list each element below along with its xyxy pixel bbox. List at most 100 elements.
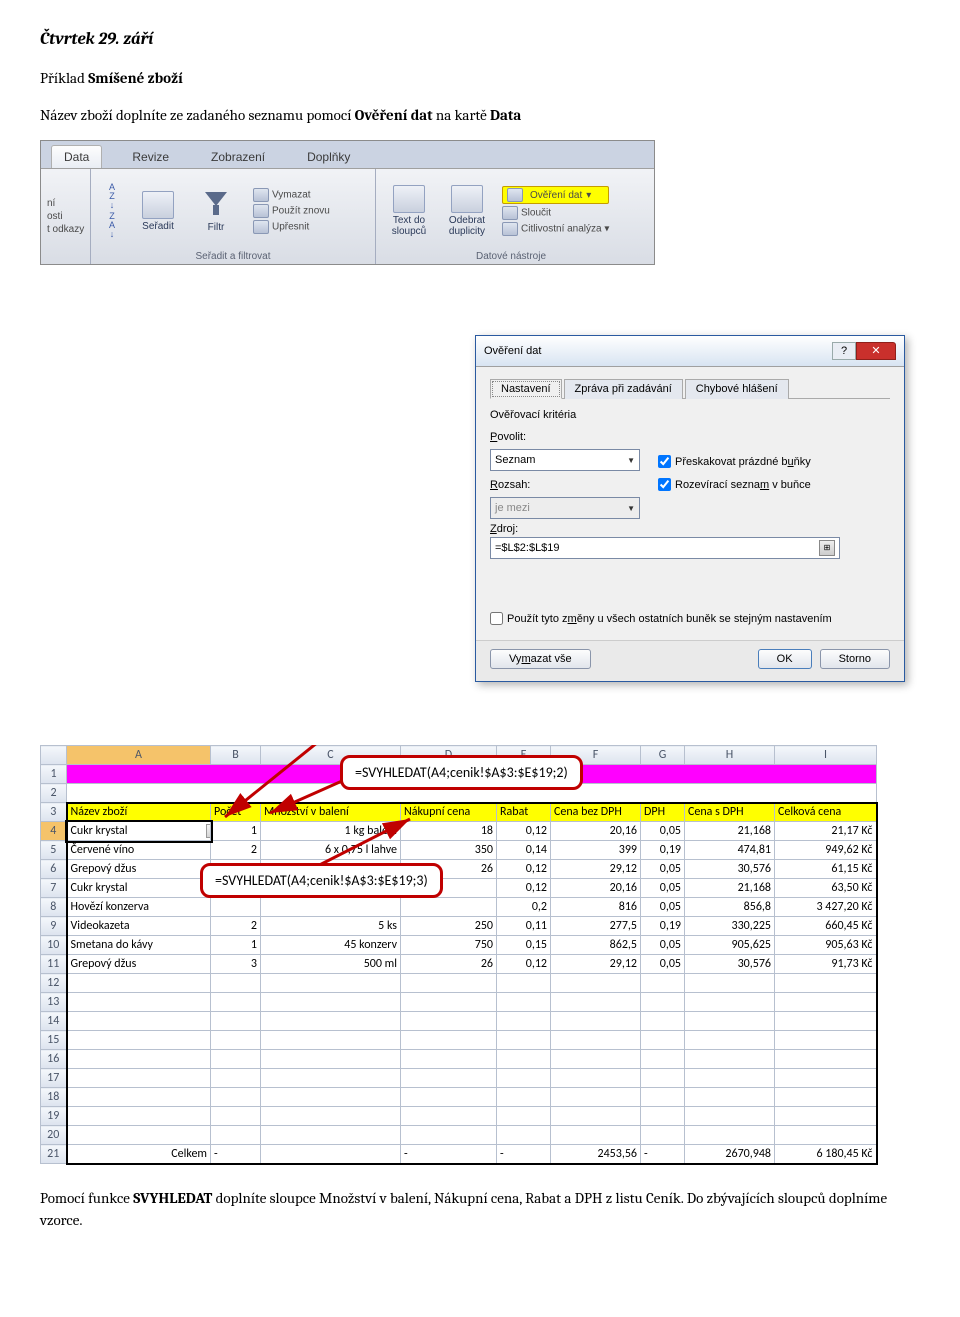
sort-az-button[interactable]: AZ↓ [101, 183, 123, 210]
table-row: 4 Cukr krystal▼ 1 1 kg balení 18 0,12 20… [41, 822, 877, 841]
priklad-prefix: Příklad [40, 69, 88, 87]
col-A[interactable]: A [67, 746, 211, 765]
hdr-nazev[interactable]: Název zboží [67, 803, 211, 822]
hdr-pocet[interactable]: Počet [211, 803, 261, 822]
left-stub: ní osti t odkazy [47, 198, 84, 235]
intro-line: Název zboží doplníte ze zadaného seznamu… [40, 104, 920, 127]
tab-nastaveni[interactable]: Nastavení [490, 379, 562, 399]
col-B[interactable]: B [211, 746, 261, 765]
date-header: Čtvrtek 29. září [40, 30, 920, 49]
povolit-label: Povolit: [490, 431, 640, 443]
col-H[interactable]: H [685, 746, 775, 765]
hdr-celkova[interactable]: Celková cena [775, 803, 877, 822]
intro-bold: Ověření dat [355, 106, 433, 124]
ribbon-tabs: Data Revize Zobrazení Doplňky [41, 141, 654, 169]
criteria-label: Ověřovací kritéria [490, 409, 890, 421]
hdr-rabat[interactable]: Rabat [497, 803, 551, 822]
tab-data[interactable]: Data [51, 145, 102, 168]
consolidate-icon [502, 206, 518, 220]
ok-button[interactable]: OK [758, 649, 812, 669]
cell-dropdown-icon[interactable]: ▼ [206, 824, 211, 838]
clear-icon [253, 188, 269, 202]
excel-ribbon: Data Revize Zobrazení Doplňky ní osti t … [40, 140, 655, 265]
chk-apply-all[interactable] [490, 612, 503, 625]
filter-advanced[interactable]: Upřesnit [253, 220, 330, 234]
sort-icon [142, 191, 174, 219]
rozsah-label: Rozsah: [490, 479, 640, 491]
filter-reapply[interactable]: Použít znovu [253, 204, 330, 218]
table-row: 6 Grepový džus 2 500 26 0,12 29,12 0,05 … [41, 860, 877, 879]
clear-all-button[interactable]: Vymazat vše [490, 649, 591, 669]
hdr-nakupni[interactable]: Nákupní cena [401, 803, 497, 822]
intro-bold2: Data [490, 106, 521, 124]
zdroj-label: Zdroj: [490, 523, 890, 535]
filter-button[interactable]: Filtr [189, 190, 243, 233]
tab-zprava[interactable]: Zpráva při zadávání [564, 379, 683, 399]
help-button[interactable]: ? [832, 342, 856, 360]
cell-A4[interactable]: Cukr krystal▼ [67, 822, 211, 841]
chk-apply-all-label: Použít tyto změny u všech ostatních buně… [507, 613, 832, 625]
t2c-icon [393, 185, 425, 213]
sort-za-button[interactable]: ZA↓ [101, 212, 123, 239]
intro-1: Název zboží doplníte ze zadaného seznamu… [40, 106, 355, 124]
example-line: Příklad Smíšené zboží [40, 67, 920, 90]
table-row: 7 Cukr krystal 0,12 20,16 0,05 21,168 63… [41, 879, 877, 898]
table-row: 9 Videokazeta 2 5 ks 250 0,11 277,5 0,19… [41, 917, 877, 936]
chevron-down-icon: ▼ [627, 456, 635, 465]
totals-row: 21 Celkem - - - 2453,56 - 2670,948 6 180… [41, 1145, 877, 1164]
funnel-icon [199, 190, 233, 220]
chk-dropdown-label: Rozevírací seznam v buňce [675, 479, 811, 491]
tab-chyba[interactable]: Chybové hlášení [685, 379, 789, 399]
select-all-corner[interactable] [41, 746, 67, 765]
header-row: 3 Název zboží Počet Množství v balení Ná… [41, 803, 877, 822]
range-picker-icon[interactable]: ⊞ [819, 540, 835, 556]
chk-dropdown[interactable] [658, 478, 671, 491]
group-data-label: Datové nástroje [382, 249, 640, 262]
filter-clear[interactable]: Vymazat [253, 188, 330, 202]
dropdown-arrow-icon: ▾ [586, 190, 591, 201]
close-button[interactable]: ✕ [856, 342, 896, 360]
hdr-cenabez[interactable]: Cena bez DPH [551, 803, 641, 822]
spreadsheet-table[interactable]: A B C D E F G H I 1 2 3 Název zboží Poče… [40, 745, 878, 1165]
sort-button[interactable]: Seřadit [131, 191, 185, 232]
advanced-icon [253, 220, 269, 234]
table-row: 8 Hovězí konzerva 0,2 816 0,05 856,8 3 4… [41, 898, 877, 917]
col-G[interactable]: G [641, 746, 685, 765]
text-to-columns-button[interactable]: Text do sloupců [382, 185, 436, 237]
tab-doplnky[interactable]: Doplňky [295, 146, 362, 168]
intro-2: na kartě [433, 106, 490, 124]
callout-formula-2: =SVYHLEDAT(A4;cenik!$A$3:$E$19;3) [200, 863, 443, 898]
consolidate-button[interactable]: Sloučit [502, 206, 609, 220]
remove-duplicates-button[interactable]: Odebrat duplicity [440, 185, 494, 237]
data-tools-options: Ověření dat ▾ Sloučit Citlivostní analýz… [498, 186, 609, 236]
whatif-icon [502, 222, 518, 236]
rozsah-combo: je mezi▼ [490, 497, 640, 519]
chk-skip-blank-label: Přeskakovat prázdné buňky [675, 456, 811, 468]
table-row: 11 Grepový džus 3 500 ml 26 0,12 29,12 0… [41, 955, 877, 974]
chk-skip-blank[interactable] [658, 455, 671, 468]
table-row: 10 Smetana do kávy 1 45 konzerv 750 0,15… [41, 936, 877, 955]
validation-icon [507, 188, 523, 202]
dup-icon [451, 185, 483, 213]
hdr-dph[interactable]: DPH [641, 803, 685, 822]
tab-zobrazeni[interactable]: Zobrazení [199, 146, 277, 168]
hdr-mnozstvi[interactable]: Množství v balení [261, 803, 401, 822]
whatif-button[interactable]: Citlivostní analýza ▾ [502, 222, 609, 236]
spreadsheet-area: =SVYHLEDAT(A4;cenik!$A$3:$E$19;2) =SVYHL… [40, 745, 920, 1165]
zdroj-input[interactable]: =$L$2:$L$19 ⊞ [490, 537, 840, 559]
group-sort-label: Seřadit a filtrovat [97, 249, 369, 262]
cancel-button[interactable]: Storno [820, 649, 890, 669]
filter-options: Vymazat Použít znovu Upřesnit [247, 188, 330, 234]
priklad-title: Smíšené zboží [88, 69, 183, 87]
footer-para: Pomocí funkce SVYHLEDAT doplníte sloupce… [40, 1187, 920, 1232]
dialog-titlebar[interactable]: Ověření dat ? ✕ [476, 336, 904, 367]
tab-revize[interactable]: Revize [120, 146, 181, 168]
col-I[interactable]: I [775, 746, 877, 765]
data-validation-dialog: Ověření dat ? ✕ Nastavení Zpráva při zad… [475, 335, 905, 682]
dialog-title: Ověření dat [484, 345, 541, 357]
data-validation-button[interactable]: Ověření dat ▾ [502, 186, 609, 204]
chevron-down-icon: ▼ [627, 504, 635, 513]
hdr-cenas[interactable]: Cena s DPH [685, 803, 775, 822]
povolit-combo[interactable]: Seznam▼ [490, 449, 640, 471]
reapply-icon [253, 204, 269, 218]
